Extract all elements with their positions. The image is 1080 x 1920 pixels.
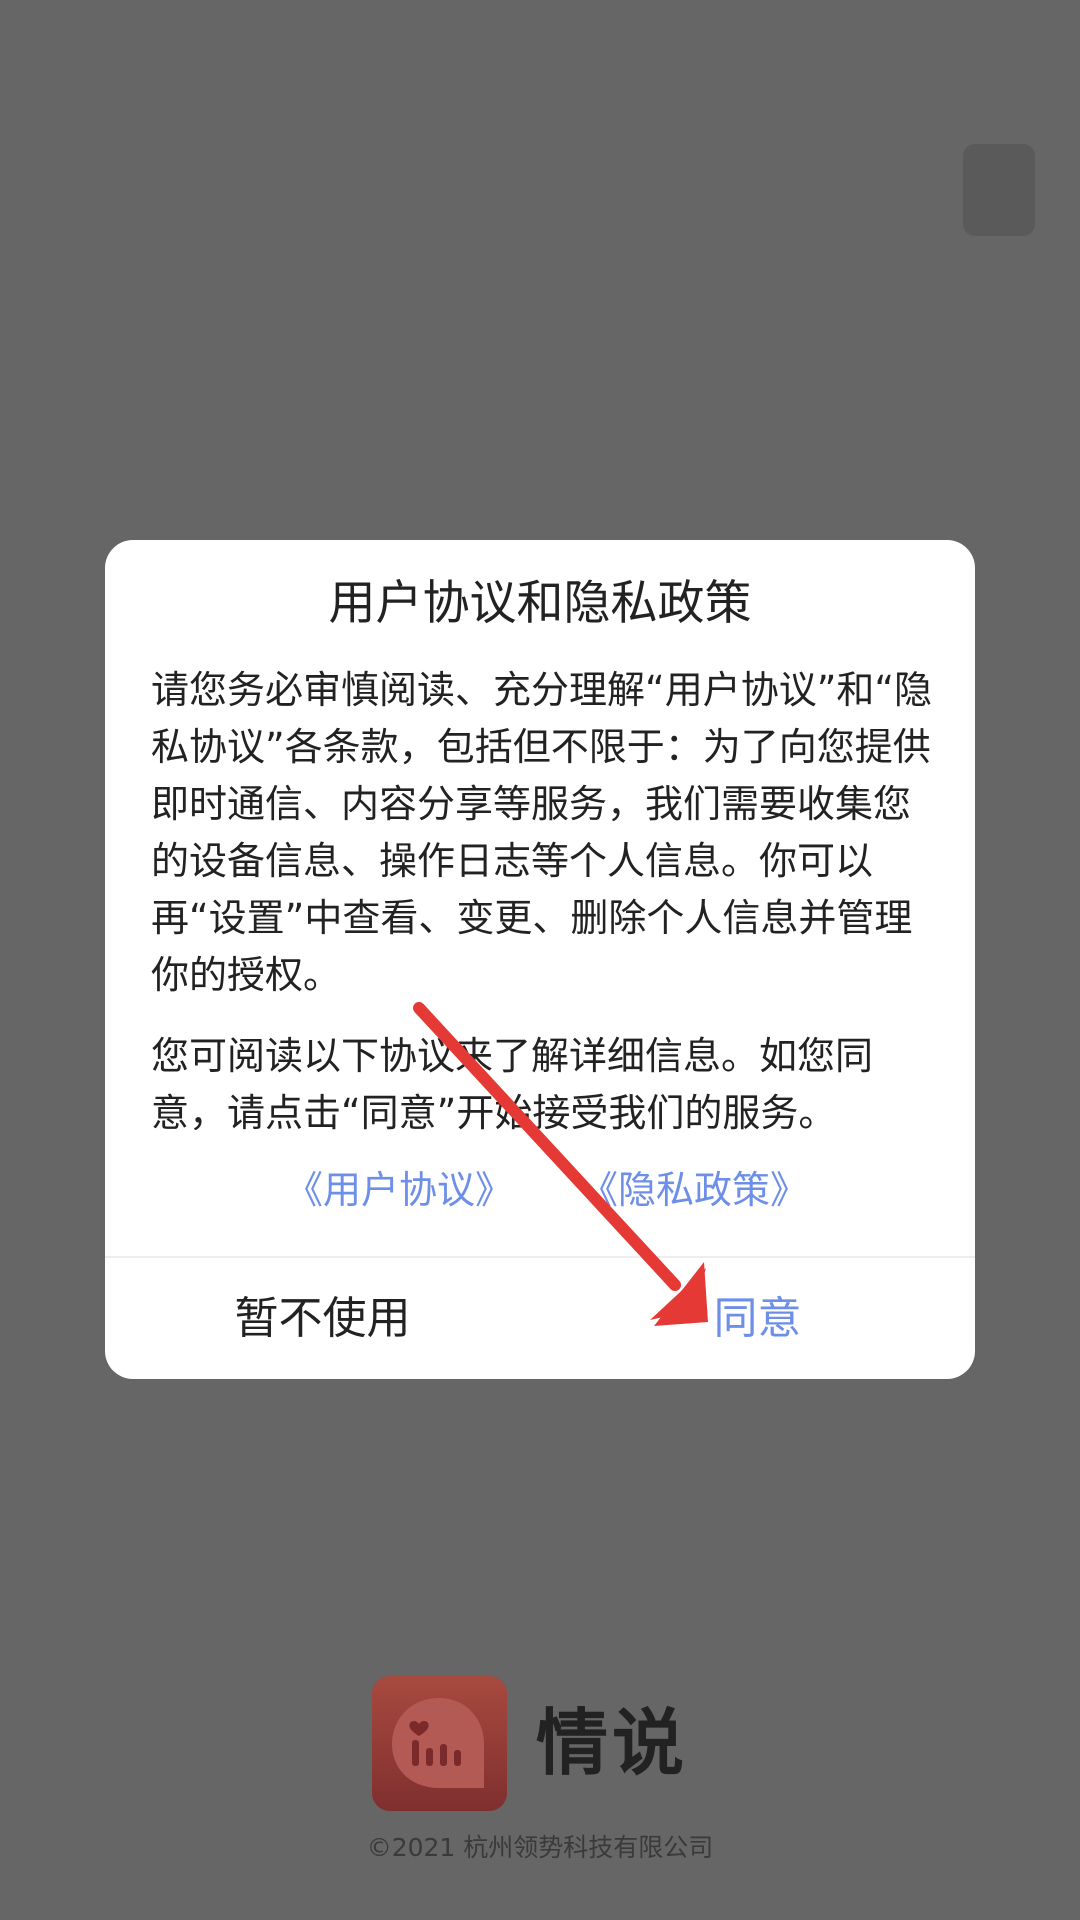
consent-paragraph-2: 您可阅读以下协议来了解详细信息。如您同意，请点击“同意”开始接受我们的服务。	[151, 1034, 874, 1135]
agree-button[interactable]: 同意	[540, 1258, 975, 1379]
app-name: 情说	[536, 1701, 689, 1785]
consent-paragraph-1: 请您务必审慎阅读、充分理解“用户协议”和“隐私协议”各条款，包括但不限于：为了向…	[151, 668, 933, 997]
agreement-links: 《用户协议》 《隐私政策》	[105, 1160, 975, 1220]
dialog-body: 请您务必审慎阅读、充分理解“用户协议”和“隐私协议”各条款，包括但不限于：为了向…	[151, 662, 941, 1142]
chat-bubble-heart-bars-icon	[372, 1676, 507, 1811]
app-logo-icon	[372, 1676, 507, 1811]
privacy-consent-dialog: 用户协议和隐私政策 请您务必审慎阅读、充分理解“用户协议”和“隐私协议”各条款，…	[105, 540, 975, 1379]
brand-lockup: 情说	[372, 1676, 702, 1811]
user-agreement-link[interactable]: 《用户协议》	[285, 1160, 513, 1220]
privacy-policy-link[interactable]: 《隐私政策》	[580, 1160, 808, 1220]
dialog-title: 用户协议和隐私政策	[328, 576, 752, 631]
copyright-text: ©2021 杭州领势科技有限公司	[366, 1833, 714, 1862]
decline-button[interactable]: 暂不使用	[105, 1258, 540, 1379]
skip-button[interactable]	[963, 144, 1035, 236]
splash-screen: 用户协议和隐私政策 请您务必审慎阅读、充分理解“用户协议”和“隐私协议”各条款，…	[0, 0, 1080, 1920]
